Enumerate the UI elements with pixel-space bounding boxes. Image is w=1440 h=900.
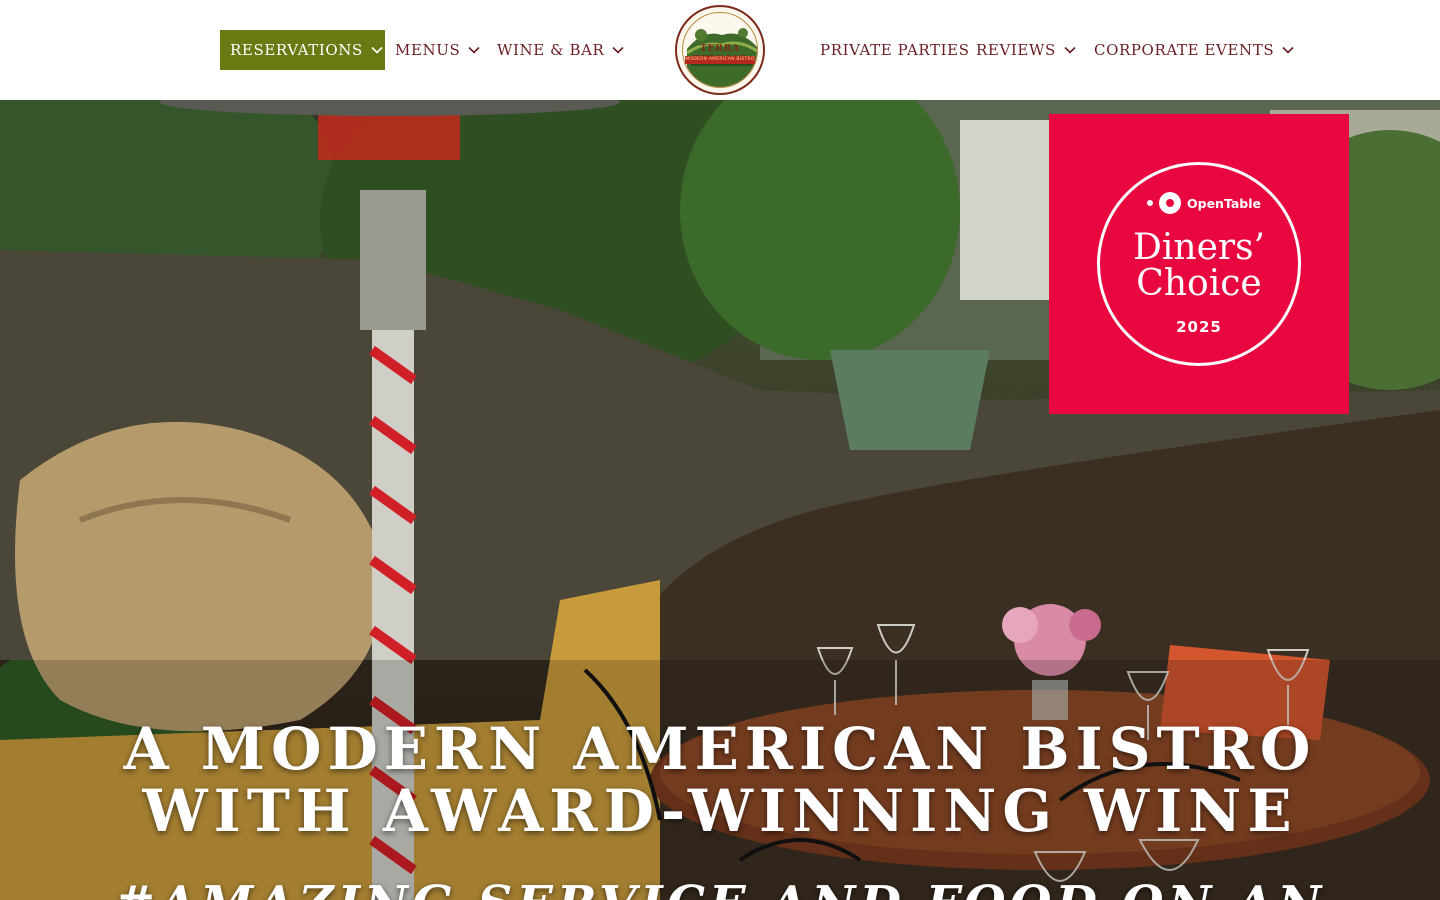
badge-title-line1: Diners’ [1133,227,1265,268]
nav-reviews[interactable]: REVIEWS [976,30,1076,70]
nav-reviews-label: REVIEWS [976,41,1056,59]
hero-section: OpenTable Diners’ Choice 2025 A MODERN A… [0,100,1440,900]
hero-headline: A MODERN AMERICAN BISTRO WITH AWARD-WINN… [0,718,1440,842]
nav-private-parties[interactable]: PRIVATE PARTIES [820,30,970,70]
chevron-down-icon [612,46,625,54]
chevron-down-icon [1064,46,1076,54]
opentable-brand: OpenTable [1187,195,1262,211]
badge-year: 2025 [1176,318,1222,336]
opentable-circle-icon [1159,192,1181,214]
chevron-down-icon [468,46,480,54]
nav-corporate-events[interactable]: CORPORATE EVENTS [1094,30,1294,70]
nav-corporate-events-label: CORPORATE EVENTS [1094,41,1275,59]
nav-wine-bar-label: WINE & BAR [497,41,605,59]
nav-private-parties-label: PRIVATE PARTIES [820,41,970,59]
nav-menus-label: MENUS [395,41,461,59]
logo-tagline: MODERN AMERICAN BISTRO [685,56,755,64]
nav-reservations[interactable]: RESERVATIONS [220,30,385,70]
hero-subline: #AMAZING SERVICE AND FOOD ON AN [0,876,1440,900]
nav-reservations-label: RESERVATIONS [230,41,363,59]
nav-menus[interactable]: MENUS [395,30,480,70]
badge-title: Diners’ Choice [1049,230,1349,302]
chevron-down-icon [1282,46,1294,54]
opentable-dot-icon [1147,200,1153,206]
site-header: RESERVATIONS MENUS WINE & BAR TERRA TERR… [0,0,1440,100]
hero-headline-line2: WITH AWARD-WINNING WINE [142,777,1298,845]
opentable-diners-choice-badge[interactable]: OpenTable Diners’ Choice 2025 [1049,114,1349,414]
nav-wine-bar[interactable]: WINE & BAR [497,30,625,70]
site-logo[interactable]: TERRA TERROIR MODERN AMERICAN BISTRO [675,5,765,95]
hero-headline-line1: A MODERN AMERICAN BISTRO [123,715,1317,783]
badge-title-line2: Choice [1136,263,1262,304]
chevron-down-icon [371,46,383,54]
opentable-logo: OpenTable [1147,192,1261,214]
